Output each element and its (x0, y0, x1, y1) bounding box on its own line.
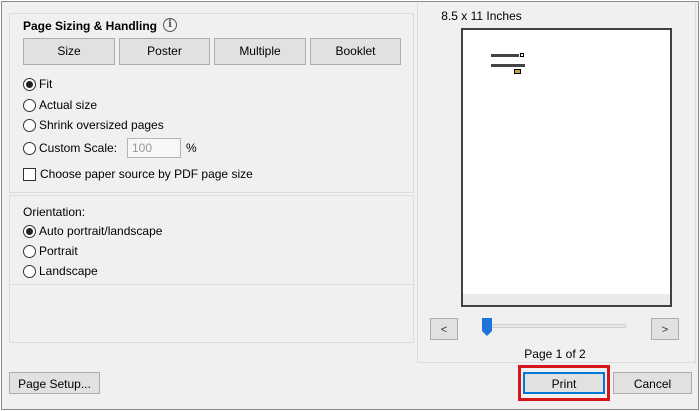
info-icon[interactable]: i (163, 18, 177, 32)
preview-text-line (491, 54, 519, 57)
fit-option[interactable]: Fit (23, 76, 52, 92)
page-setup-button[interactable]: Page Setup... (9, 372, 100, 394)
custom-scale-option[interactable]: Custom Scale: (23, 140, 117, 156)
landscape-option[interactable]: Landscape (23, 263, 98, 279)
paper-size-label: 8.5 x 11 Inches (441, 9, 522, 23)
orientation-label: Orientation: (23, 205, 86, 219)
custom-scale-label: Custom Scale: (39, 141, 118, 155)
shrink-oversized-option[interactable]: Shrink oversized pages (23, 117, 164, 133)
portrait-option[interactable]: Portrait (23, 243, 78, 259)
multiple-button[interactable]: Multiple (214, 38, 306, 65)
actual-size-label: Actual size (39, 98, 98, 112)
preview-checkbox-mark (520, 53, 524, 57)
fit-radio[interactable] (23, 77, 36, 91)
print-dialog: Page Sizing & Handling i Size Poster Mul… (1, 1, 699, 410)
page-sizing-title: Page Sizing & Handling (23, 19, 158, 33)
custom-scale-input[interactable]: 100 (127, 138, 181, 158)
preview-image-mark (514, 69, 521, 74)
poster-button[interactable]: Poster (119, 38, 210, 65)
landscape-label: Landscape (39, 264, 98, 278)
paper-source-label: Choose paper source by PDF page size (40, 167, 253, 181)
auto-orientation-option[interactable]: Auto portrait/landscape (23, 223, 162, 239)
chevron-left-icon: < (440, 324, 448, 336)
fit-label: Fit (39, 77, 53, 91)
custom-scale-radio[interactable] (23, 141, 36, 155)
auto-orientation-label: Auto portrait/landscape (39, 224, 163, 238)
paper-source-option[interactable]: Choose paper source by PDF page size (23, 166, 253, 182)
next-page-button[interactable]: > (651, 318, 679, 340)
preview-text-line (491, 64, 525, 67)
actual-size-option[interactable]: Actual size (23, 97, 97, 113)
page-slider-track[interactable] (490, 324, 626, 328)
left-empty-panel (9, 285, 414, 343)
cancel-button[interactable]: Cancel (613, 372, 692, 394)
page-preview (461, 28, 672, 307)
size-button[interactable]: Size (23, 38, 115, 65)
prev-page-button[interactable]: < (430, 318, 458, 340)
shrink-oversized-label: Shrink oversized pages (39, 118, 164, 132)
page-counter: Page 1 of 2 (524, 347, 586, 361)
orientation-panel: Orientation: Auto portrait/landscape Por… (9, 195, 414, 285)
shrink-oversized-radio[interactable] (23, 118, 36, 132)
preview-panel: 8.5 x 11 Inches (417, 3, 696, 363)
percent-symbol: % (186, 141, 197, 155)
chevron-right-icon: > (661, 324, 669, 336)
landscape-radio[interactable] (23, 264, 36, 278)
booklet-button[interactable]: Booklet (310, 38, 401, 65)
actual-size-radio[interactable] (23, 98, 36, 112)
preview-page-footer (463, 294, 670, 305)
portrait-label: Portrait (39, 244, 78, 258)
auto-orientation-radio[interactable] (23, 224, 36, 238)
portrait-radio[interactable] (23, 244, 36, 258)
page-sizing-panel: Page Sizing & Handling i Size Poster Mul… (9, 13, 414, 193)
print-button[interactable]: Print (523, 372, 605, 394)
paper-source-checkbox[interactable] (23, 167, 36, 181)
